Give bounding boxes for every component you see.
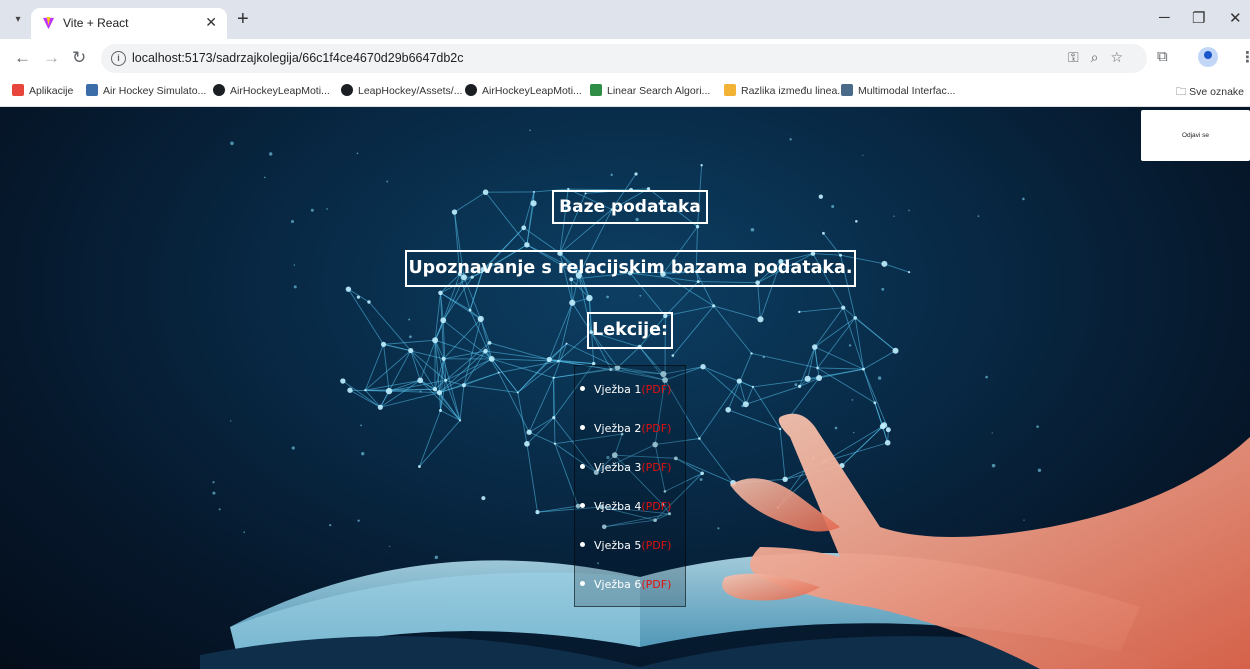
bookmark-label: AirHockeyLeapMoti... [230,85,330,97]
course-content-page: Odjavi se Baze podataka Upoznavanje s re… [0,107,1250,669]
address-bar[interactable]: i localhost:5173/sadrzajkolegija/66c1f4c… [101,44,1147,73]
bullet-icon [580,386,585,391]
bullet-icon [580,425,585,430]
bookmark-label: AirHockeyLeapMoti... [482,85,582,97]
list-item: Vježba 5(PDF) [580,539,671,559]
apps-grid-icon [12,84,24,96]
course-description: Upoznavanje s relacijskim bazama podatak… [405,250,856,287]
vite-logo-icon [42,17,55,30]
bookmark-label: Razlika između linea... [741,85,847,97]
lessons-heading: Lekcije: [587,312,673,349]
bullet-icon [580,503,585,508]
list-item: Vježba 2(PDF) [580,422,671,442]
bookmark-label: Air Hockey Simulato... [103,85,207,97]
url-text[interactable]: localhost:5173/sadrzajkolegija/66c1f4ce4… [132,51,464,65]
zoom-icon[interactable]: ⌕ [1091,49,1111,65]
lessons-list: Vježba 1(PDF) Vježba 2(PDF) Vježba 3(PDF… [574,365,686,607]
pdf-link[interactable]: (PDF) [641,383,671,396]
lesson-label: Vježba 6 [594,578,642,591]
menu-kebab-icon[interactable]: ⋮ [1240,48,1250,66]
close-window-icon[interactable]: ✕ [1229,9,1242,27]
bookmark-item[interactable]: AirHockeyLeapMoti... [465,84,582,97]
pdf-link[interactable]: (PDF) [641,578,671,591]
bullet-icon [580,542,585,547]
bookmarks-bar: 🗀 Sve oznake Aplikacije Air Hockey Simula… [0,78,1250,107]
lesson-label: Vježba 5 [594,539,642,552]
pdf-link[interactable]: (PDF) [641,461,671,474]
profile-avatar[interactable] [1198,47,1218,67]
site-favicon-icon [86,84,98,96]
new-tab-button[interactable]: + [237,7,249,31]
bookmark-label: LeapHockey/Assets/... [358,85,463,97]
course-title: Baze podataka [552,190,708,224]
password-key-icon[interactable]: ⚿ [1068,49,1091,65]
reload-icon[interactable]: ↻ [72,48,86,68]
bookmark-item[interactable]: Air Hockey Simulato... [86,84,206,97]
site-favicon-icon [841,84,853,96]
pencil-icon [724,84,736,96]
back-arrow-icon[interactable]: ← [14,48,31,68]
active-tab[interactable]: Vite + React ✕ [31,8,227,39]
list-item: Vježba 4(PDF) [580,500,671,520]
bookmark-item[interactable]: Multimodal Interfac... [841,84,955,97]
pdf-link[interactable]: (PDF) [641,539,671,552]
bookmark-star-icon[interactable]: ☆ [1110,49,1135,65]
pdf-link[interactable]: (PDF) [641,422,671,435]
github-icon [213,84,225,96]
minimize-icon[interactable]: ─ [1159,9,1170,26]
omnibox-actions: ⚿⌕☆ [1068,49,1135,66]
bookmark-label: Multimodal Interfac... [858,85,956,97]
bullet-icon [580,464,585,469]
forward-arrow-icon[interactable]: → [43,48,60,68]
restore-icon[interactable]: ❐ [1192,9,1205,27]
bullet-icon [580,581,585,586]
extensions-icon[interactable]: ⧉ [1157,48,1168,65]
bookmark-item[interactable]: AirHockeyLeapMoti... [213,84,330,97]
site-info-icon[interactable]: i [111,51,126,66]
bookmark-item[interactable]: Razlika između linea... [724,84,846,97]
tab-search-chevron-icon[interactable]: ▾ [10,12,26,28]
all-bookmarks-label: Sve oznake [1189,86,1244,98]
list-item: Vježba 3(PDF) [580,461,671,481]
lesson-label: Vježba 2 [594,422,642,435]
lesson-label: Vježba 4 [594,500,642,513]
github-icon [341,84,353,96]
lesson-label: Vježba 3 [594,461,642,474]
tab-title: Vite + React [63,16,129,30]
pdf-link[interactable]: (PDF) [641,500,671,513]
bookmark-item[interactable]: Linear Search Algori... [590,84,710,97]
list-item: Vježba 1(PDF) [580,383,671,403]
lesson-label: Vježba 1 [594,383,642,396]
tab-strip: ▾ Vite + React ✕ + ─ ❐ ✕ [0,0,1250,39]
bookmark-label: Linear Search Algori... [607,85,711,97]
close-tab-icon[interactable]: ✕ [205,14,217,31]
bookmark-label: Aplikacije [29,85,74,97]
bookmark-item[interactable]: LeapHockey/Assets/... [341,84,462,97]
logout-button[interactable]: Odjavi se [1141,110,1250,161]
github-icon [465,84,477,96]
browser-toolbar: ← → ↻ i localhost:5173/sadrzajkolegija/6… [0,39,1250,78]
bookmark-item[interactable]: Aplikacije [12,84,73,97]
list-item: Vježba 6(PDF) [580,578,671,598]
gfg-icon [590,84,602,96]
all-bookmarks-folder[interactable]: 🗀 Sve oznake [1176,84,1244,102]
